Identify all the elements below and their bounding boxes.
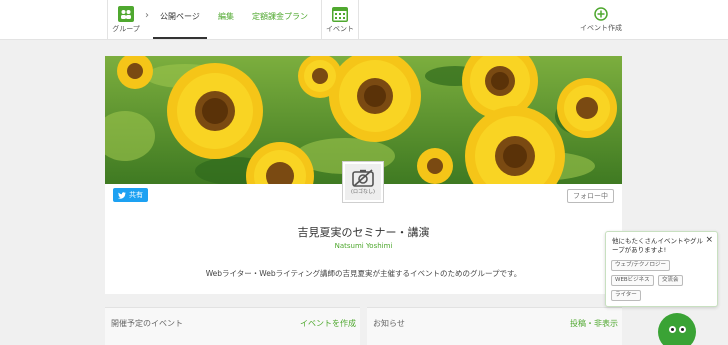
no-logo-label: (ロゴなし) [351, 189, 375, 195]
upcoming-events-section: 開催予定のイベント イベントを作成 [105, 307, 360, 345]
logo-placeholder: (ロゴなし) [345, 164, 381, 200]
mascot-eye-icon [669, 326, 676, 333]
nav-divider [321, 0, 322, 40]
group-logo: (ロゴなし) [342, 161, 384, 203]
nav-group-label: グループ [112, 25, 140, 33]
create-event-button[interactable]: イベント作成 [580, 0, 622, 40]
create-event-link[interactable]: イベントを作成 [300, 318, 356, 329]
upcoming-events-title: 開催予定のイベント [111, 319, 183, 328]
twitter-bird-icon [118, 191, 126, 199]
group-title: 吉見夏実のセミナー・講演 [297, 226, 430, 239]
mascot-eye-icon [679, 326, 686, 333]
nav-divider [358, 0, 359, 40]
popup-message: 他にもたくさんイベントやグループがありますよ! [612, 237, 703, 254]
group-description: Webライター・Webライティング講師の吉見夏実が主催するイベントのためのグルー… [205, 269, 522, 278]
news-title: お知らせ [373, 319, 405, 328]
group-owner-name[interactable]: Natsumi Yoshimi [105, 242, 622, 250]
tab-edit[interactable]: 編集 [218, 11, 234, 22]
active-tab-indicator [153, 37, 207, 39]
tag-web-business[interactable]: WEBビジネス [611, 275, 654, 286]
news-section: お知らせ 投稿・非表示 [367, 307, 622, 345]
plus-circle-icon [594, 7, 608, 21]
close-icon[interactable]: × [705, 235, 713, 245]
no-image-icon [352, 169, 374, 187]
recommendation-popup: 他にもたくさんイベントやグループがありますよ! × ウェブ/テクノロジー WEB… [605, 231, 718, 307]
tab-subscription-plan[interactable]: 定額課金プラン [252, 11, 308, 22]
tab-public-page[interactable]: 公開ページ [160, 11, 200, 22]
twitter-share-button[interactable]: 共有 [113, 188, 148, 202]
nav-event-label: イベント [326, 25, 354, 33]
tag-web-technology[interactable]: ウェブ/テクノロジー [611, 260, 671, 271]
breadcrumb-arrow-icon: › [145, 10, 149, 21]
follow-button[interactable]: フォロー中 [567, 189, 614, 203]
create-event-label: イベント作成 [580, 24, 622, 32]
mascot-chat-button[interactable] [658, 313, 696, 345]
tag-writer[interactable]: ライター [611, 290, 641, 301]
share-label: 共有 [129, 191, 143, 199]
top-navigation: グループ › 公開ページ 編集 定額課金プラン イベント イベント作成 [0, 0, 728, 40]
calendar-icon [332, 7, 348, 22]
group-icon [118, 6, 134, 22]
tag-networking[interactable]: 交流会 [658, 275, 683, 286]
news-post-link[interactable]: 投稿・非表示 [570, 318, 618, 329]
group-info-card: 共有 フォロー中 (ロゴなし) 吉見夏実のセミナー・講演 Natsumi Yos… [105, 161, 622, 294]
nav-group-button[interactable]: グループ [110, 0, 142, 40]
nav-divider [107, 0, 108, 40]
nav-event-button[interactable]: イベント [324, 0, 356, 40]
